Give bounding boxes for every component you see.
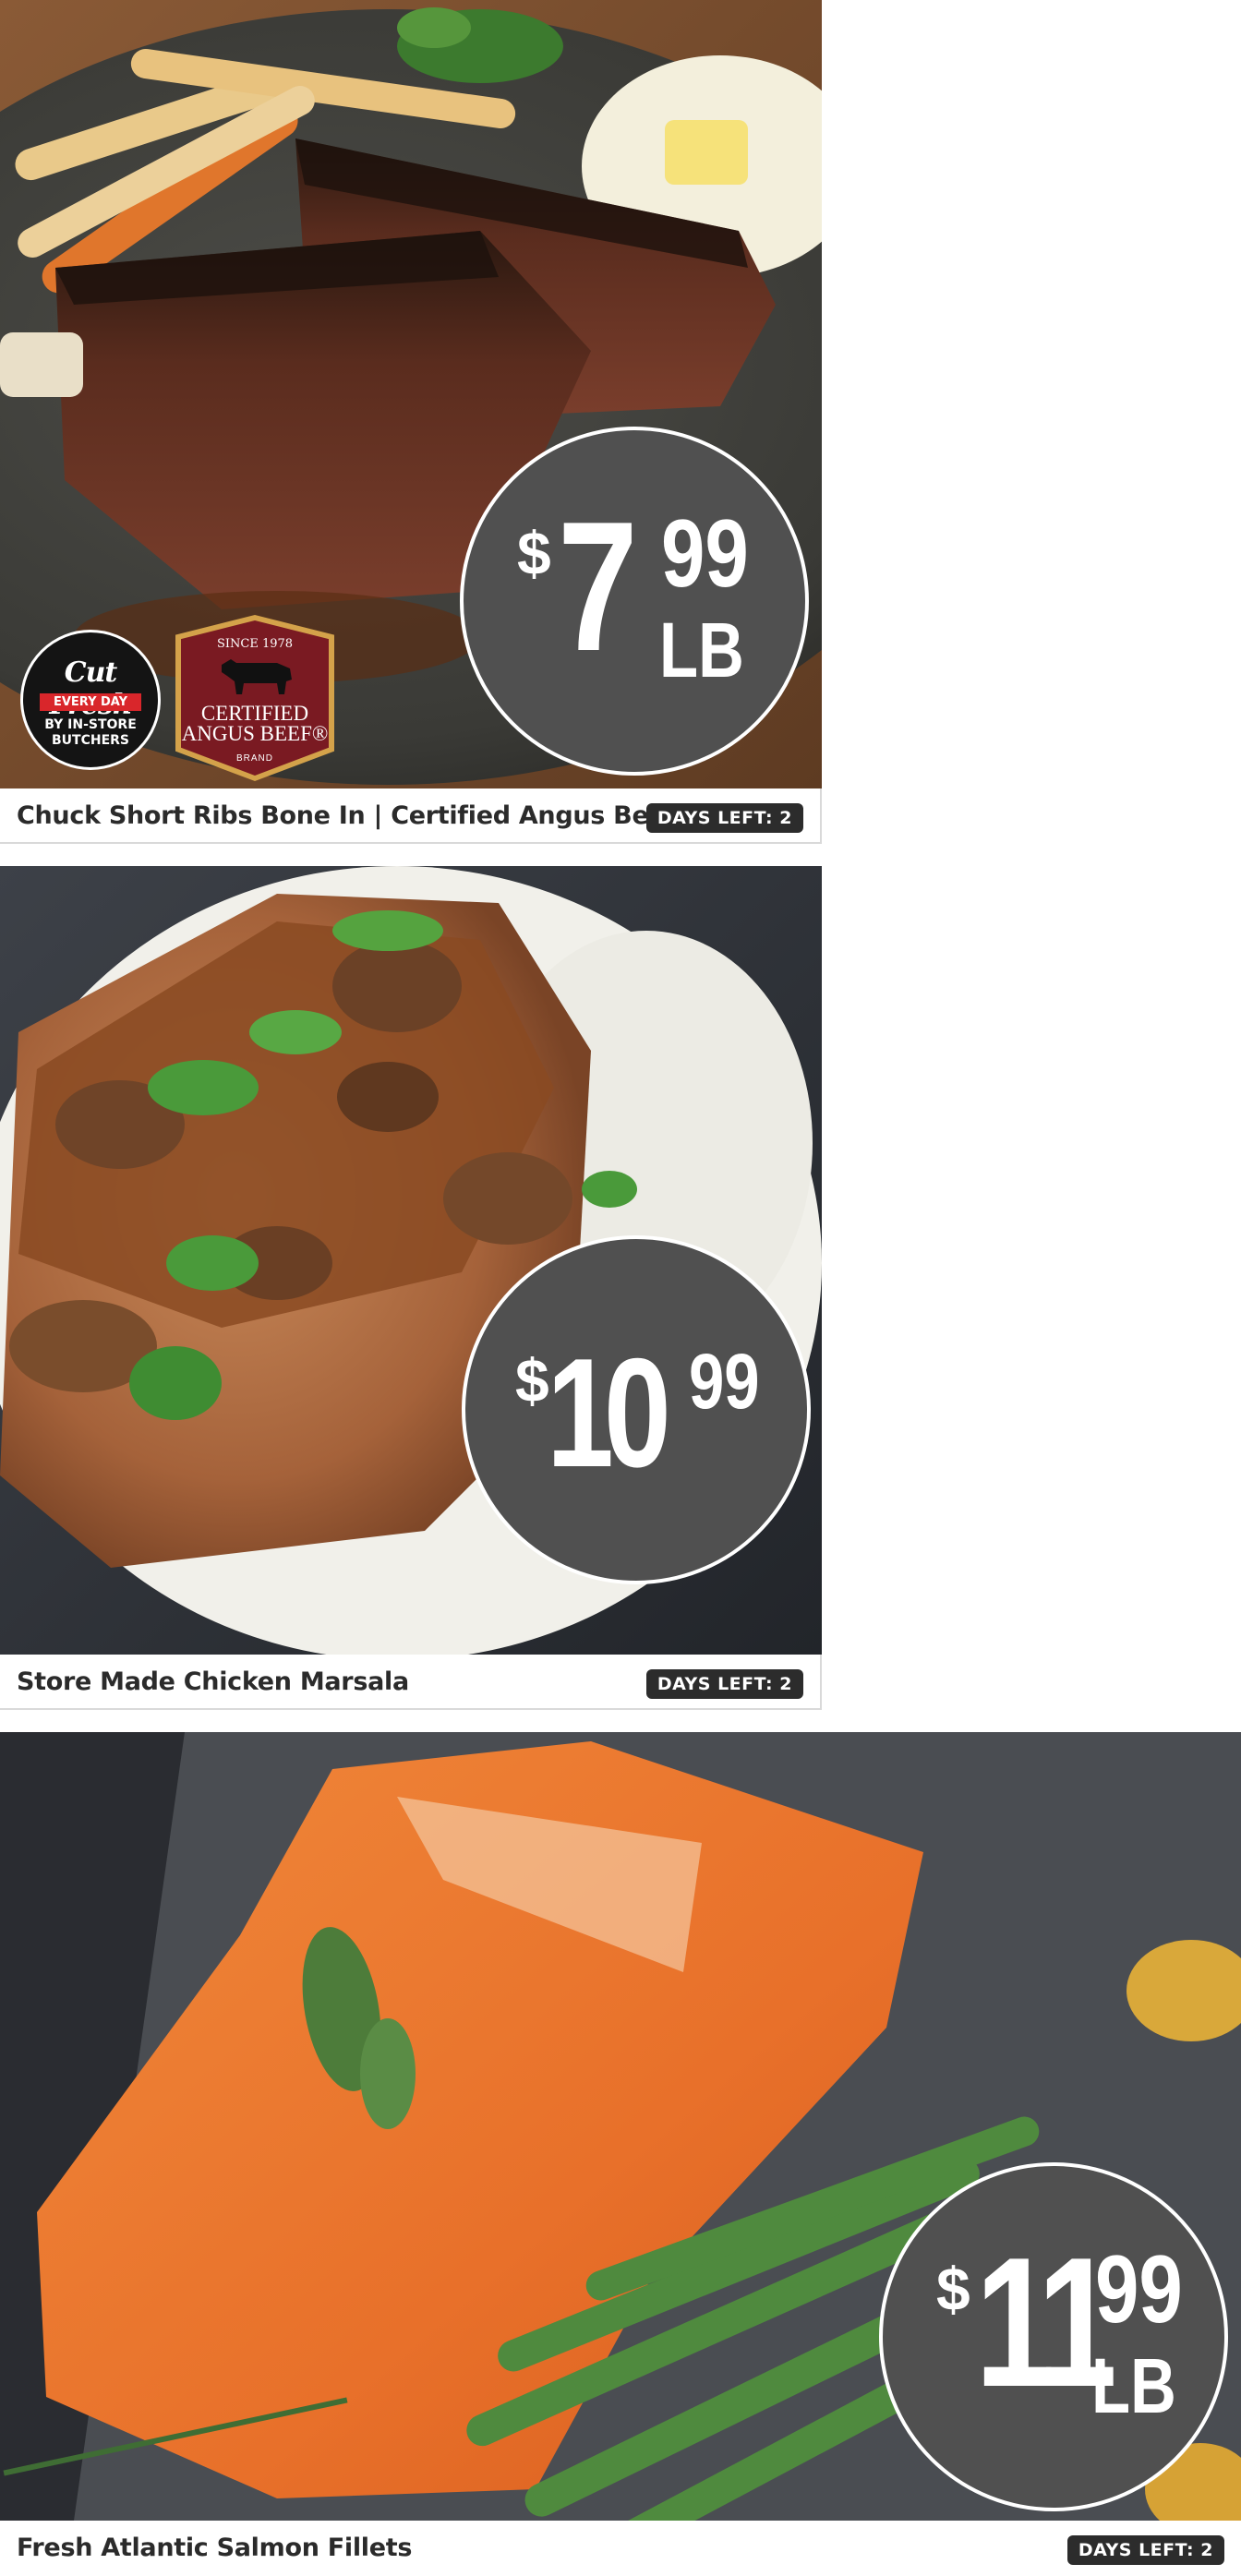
product-title[interactable]: Chuck Short Ribs Bone In | Certified Ang… xyxy=(17,801,676,830)
price-unit: LB xyxy=(1091,2342,1176,2429)
price-dollar-sign: $ xyxy=(936,2255,970,2323)
product-image[interactable]: Cut Fresh EVERY DAY BY IN-STORE BUTCHERS… xyxy=(0,0,822,788)
cow-icon xyxy=(222,659,292,694)
cut-fresh-logo: Cut Fresh EVERY DAY BY IN-STORE BUTCHERS xyxy=(20,630,161,770)
product-title[interactable]: Fresh Atlantic Salmon Fillets xyxy=(17,2534,412,2562)
price-circle: $ 7 99 LB xyxy=(460,427,809,776)
price-whole: 7 xyxy=(558,484,638,690)
days-left-badge: DAYS LEFT: 2 xyxy=(645,803,803,833)
days-left-badge: DAYS LEFT: 2 xyxy=(1066,2535,1224,2565)
logo-text: BUTCHERS xyxy=(51,733,129,748)
product-title[interactable]: Store Made Chicken Marsala xyxy=(17,1667,409,1696)
logo-text: CERTIFIED ANGUS BEEF® xyxy=(181,703,329,745)
price-whole: 10 xyxy=(547,1326,671,1499)
days-left-badge: DAYS LEFT: 2 xyxy=(645,1669,803,1699)
product-caption: Chuck Short Ribs Bone In | Certified Ang… xyxy=(0,788,822,844)
product-image[interactable]: $ 11 99 LB xyxy=(0,1732,1241,2521)
logo-text: EVERY DAY xyxy=(40,693,141,711)
product-image[interactable]: $ 10 99 xyxy=(0,866,822,1655)
price-circle: $ 11 99 LB xyxy=(879,2162,1228,2511)
product-caption: Fresh Atlantic Salmon Fillets DAYS LEFT:… xyxy=(0,2521,1241,2576)
certified-angus-beef-logo: SINCE 1978 CERTIFIED ANGUS BEEF® BRAND xyxy=(175,615,334,781)
deals-page: Cut Fresh EVERY DAY BY IN-STORE BUTCHERS… xyxy=(0,0,1241,2576)
price-cents: 99 xyxy=(661,500,749,608)
price-cents: 99 xyxy=(689,1338,760,1425)
price-whole: 11 xyxy=(975,2220,1117,2426)
product-card[interactable]: Cut Fresh EVERY DAY BY IN-STORE BUTCHERS… xyxy=(0,0,822,844)
logo-text: BY IN-STORE xyxy=(44,717,137,732)
price-dollar-sign: $ xyxy=(515,1346,549,1414)
logo-text: SINCE 1978 xyxy=(216,637,294,651)
price-cents: 99 xyxy=(1095,2236,1183,2343)
price-unit: LB xyxy=(659,607,744,693)
logo-text: Cut Fresh xyxy=(49,656,132,721)
price-circle: $ 10 99 xyxy=(462,1235,811,1584)
price-dollar-sign: $ xyxy=(517,519,551,587)
logo-text: BY IN-STORE BUTCHERS xyxy=(23,717,158,749)
product-caption: Store Made Chicken Marsala DAYS LEFT: 2 xyxy=(0,1655,822,1710)
product-card[interactable]: $ 10 99 Store Made Chicken Marsala DAYS … xyxy=(0,866,822,1710)
logo-text: ANGUS BEEF® xyxy=(181,722,329,745)
product-card[interactable]: $ 11 99 LB Fresh Atlantic Salmon Fillets… xyxy=(0,1732,1241,2576)
